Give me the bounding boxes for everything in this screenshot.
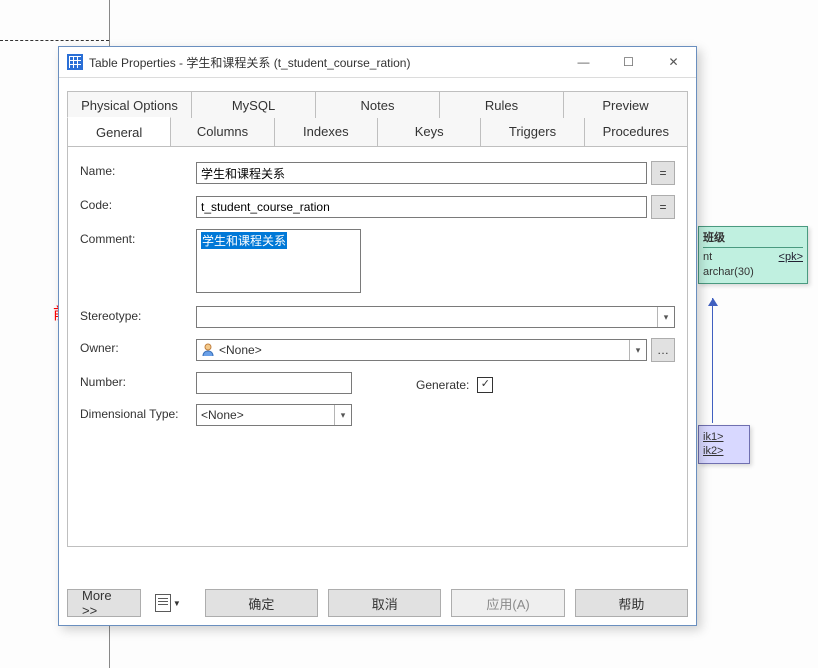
stereotype-combo[interactable]: ▾ xyxy=(196,306,675,328)
bg-dashed-line xyxy=(0,40,109,41)
name-label: Name: xyxy=(80,161,196,178)
tab-general[interactable]: General xyxy=(67,117,171,147)
diagram-connector xyxy=(712,298,713,423)
entity-type: archar(30) xyxy=(703,265,803,279)
code-label: Code: xyxy=(80,195,196,212)
chevron-down-icon: ▾ xyxy=(629,340,646,360)
minimize-button[interactable]: — xyxy=(561,47,606,77)
dimensional-type-value: <None> xyxy=(201,408,244,422)
entity-pk: <pk> xyxy=(779,250,803,264)
titlebar[interactable]: Table Properties - 学生和课程关系 (t_student_co… xyxy=(59,47,696,78)
comment-label: Comment: xyxy=(80,229,196,246)
number-label: Number: xyxy=(80,372,196,389)
general-pane: Name: = Code: = Comment: xyxy=(67,147,688,547)
code-sync-button[interactable]: = xyxy=(651,195,675,219)
number-input[interactable] xyxy=(196,372,352,394)
tab-notes[interactable]: Notes xyxy=(315,91,440,119)
help-button[interactable]: 帮助 xyxy=(575,589,688,617)
user-icon xyxy=(201,343,215,357)
entity-key2: ik2> xyxy=(703,444,745,458)
tab-row-top: Physical Options MySQL Notes Rules Previ… xyxy=(67,91,688,119)
ok-button[interactable]: 确定 xyxy=(205,589,318,617)
comment-textarea[interactable] xyxy=(196,229,361,293)
tool-dropdown-button[interactable]: ▼ xyxy=(151,594,185,612)
owner-combo[interactable]: <None> ▾ xyxy=(196,339,647,361)
table-icon xyxy=(67,54,83,70)
tab-procedures[interactable]: Procedures xyxy=(584,118,688,147)
entity-key1: ik1> xyxy=(703,430,745,444)
tab-columns[interactable]: Columns xyxy=(170,118,274,147)
tab-indexes[interactable]: Indexes xyxy=(274,118,378,147)
entity-col: nt xyxy=(703,251,712,263)
more-button[interactable]: More >> xyxy=(67,589,141,617)
close-button[interactable]: ✕ xyxy=(651,47,696,77)
tab-physical-options[interactable]: Physical Options xyxy=(67,91,192,119)
tab-row-bottom: General Columns Indexes Keys Triggers Pr… xyxy=(67,118,688,147)
name-input[interactable] xyxy=(196,162,647,184)
button-bar: More >> ▼ 确定 取消 应用(A) 帮助 xyxy=(67,589,688,617)
dialog-window: Table Properties - 学生和课程关系 (t_student_co… xyxy=(58,46,697,626)
generate-label: Generate: xyxy=(416,375,469,392)
tab-mysql[interactable]: MySQL xyxy=(191,91,316,119)
chevron-down-icon: ▾ xyxy=(334,405,351,425)
document-icon xyxy=(155,594,171,612)
diagram-entity-index: ik1> ik2> xyxy=(698,425,750,464)
tab-rules[interactable]: Rules xyxy=(439,91,564,119)
owner-value: <None> xyxy=(219,343,262,357)
code-input[interactable] xyxy=(196,196,647,218)
apply-button[interactable]: 应用(A) xyxy=(451,589,564,617)
tab-keys[interactable]: Keys xyxy=(377,118,481,147)
name-sync-button[interactable]: = xyxy=(651,161,675,185)
window-title: Table Properties - 学生和课程关系 (t_student_co… xyxy=(89,54,561,71)
owner-label: Owner: xyxy=(80,338,196,355)
tab-triggers[interactable]: Triggers xyxy=(480,118,584,147)
chevron-down-icon: ▼ xyxy=(173,599,181,608)
entity-title: 班级 xyxy=(703,231,803,248)
tab-preview[interactable]: Preview xyxy=(563,91,688,119)
stereotype-label: Stereotype: xyxy=(80,306,196,323)
cancel-button[interactable]: 取消 xyxy=(328,589,441,617)
generate-checkbox[interactable] xyxy=(477,377,493,393)
dimensional-type-label: Dimensional Type: xyxy=(80,404,196,421)
chevron-down-icon: ▾ xyxy=(657,307,674,327)
dimensional-type-combo[interactable]: <None> ▾ xyxy=(196,404,352,426)
diagram-entity-class: 班级 nt <pk> archar(30) xyxy=(698,226,808,284)
owner-browse-button[interactable]: … xyxy=(651,338,675,362)
maximize-button[interactable]: ☐ xyxy=(606,47,651,77)
